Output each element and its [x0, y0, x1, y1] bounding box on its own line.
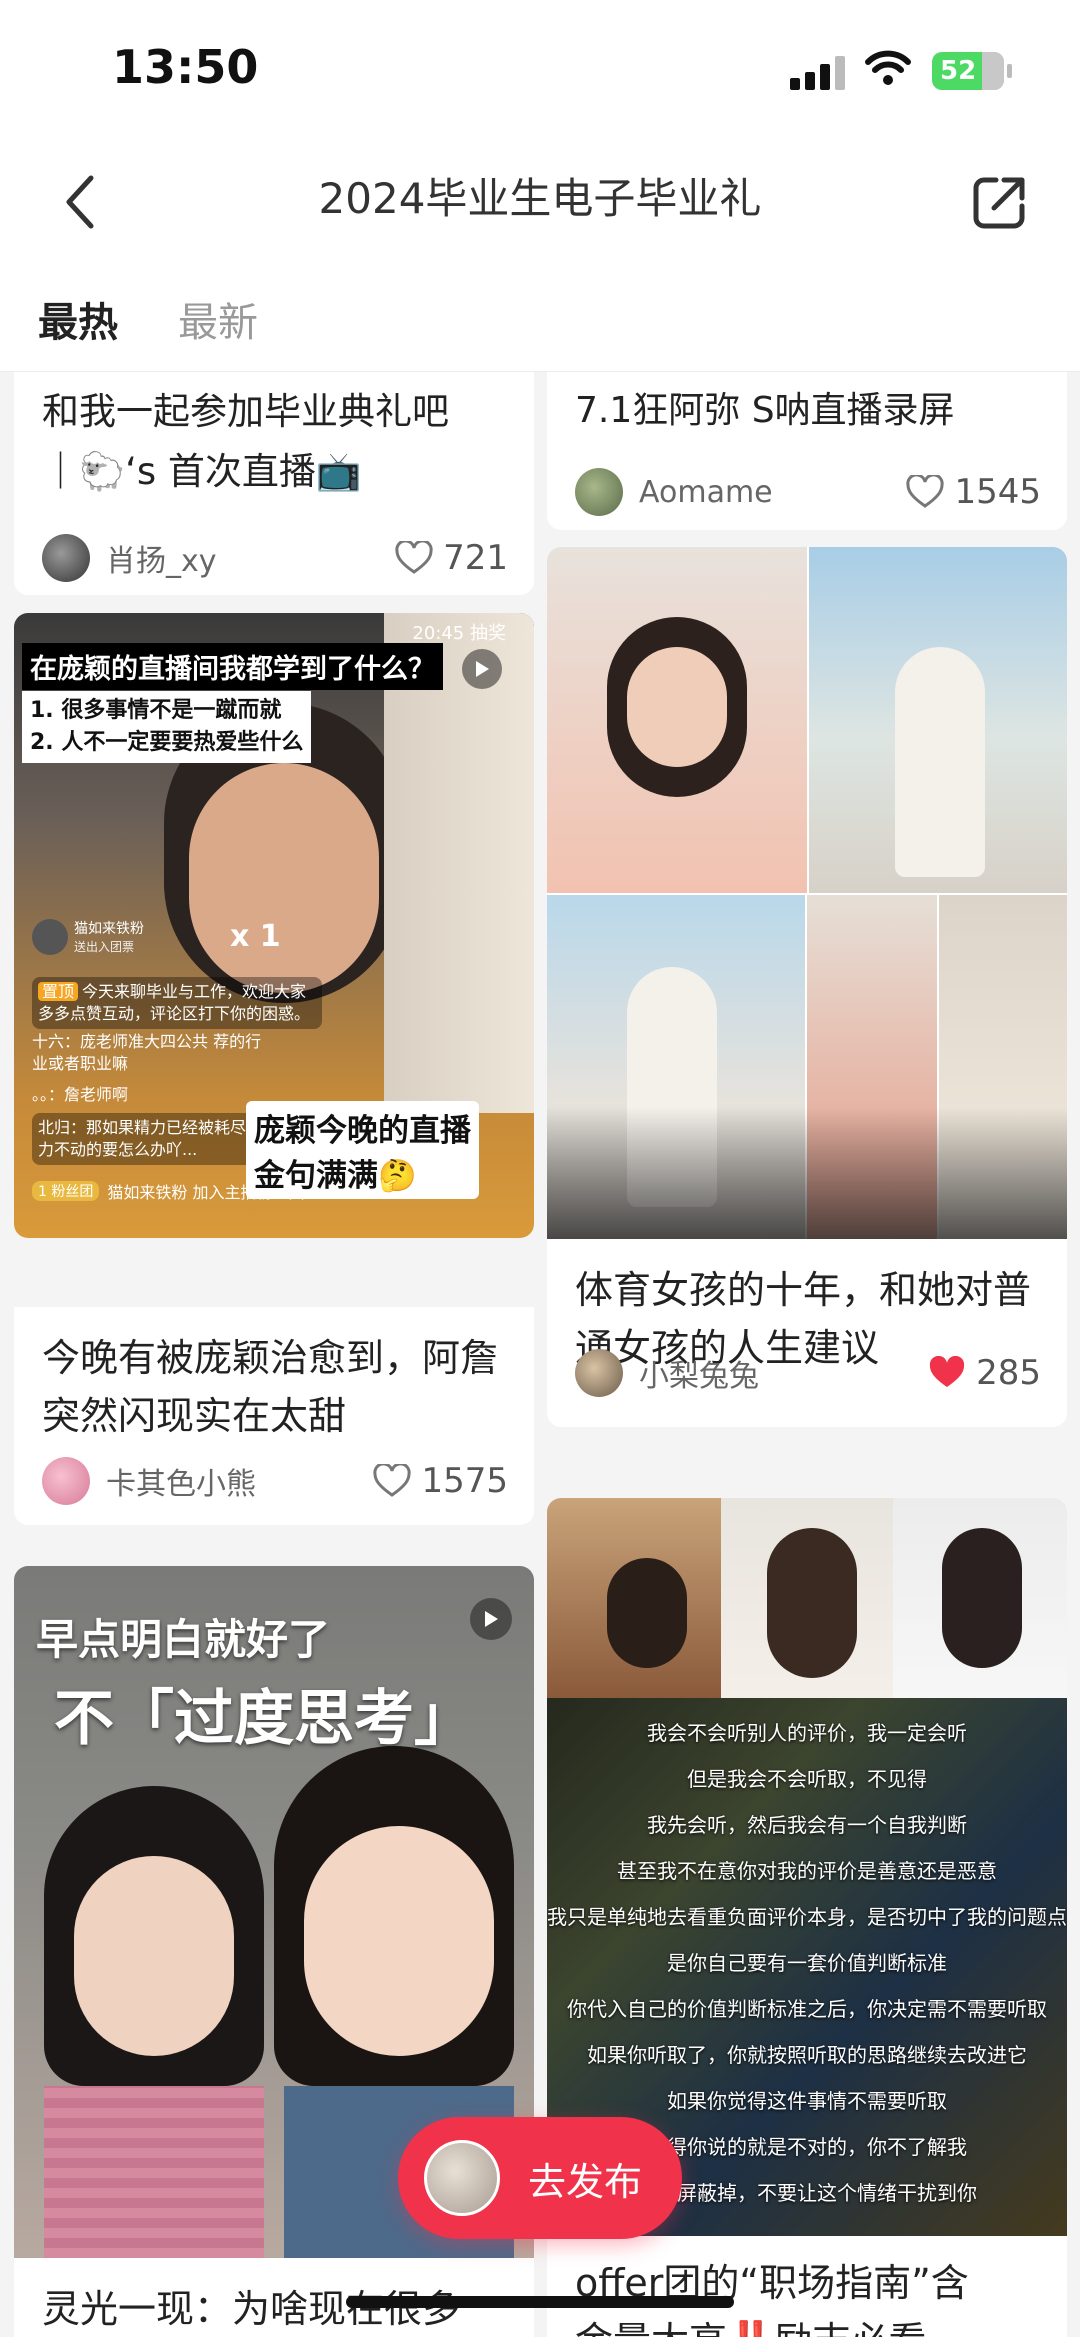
- chat-message: 十六：庞老师准大四公共 荐的行业或者职业嘛: [32, 1032, 262, 1073]
- overlay-play-icon: [462, 649, 502, 689]
- avatar[interactable]: [42, 1457, 90, 1505]
- gift-count: x 1: [230, 919, 281, 954]
- chat-pinned: 置顶 今天来聊毕业与工作，欢迎大家多多点赞互动，评论区打下你的困惑。: [32, 977, 322, 1029]
- cover-image[interactable]: [547, 547, 1067, 1239]
- overlay-list-item: 1. 很多事情不是一蹴而就: [30, 698, 282, 723]
- overlay-title: 不「过度思考」: [54, 1684, 474, 1754]
- heart-outline-icon: [373, 1464, 412, 1497]
- like-button[interactable]: 1545: [906, 472, 1041, 512]
- overlay-title: 早点明白就好了: [36, 1615, 331, 1664]
- author-name[interactable]: 肖扬_xy: [106, 536, 395, 580]
- feed[interactable]: 和我一起参加毕业典礼吧 ｜🐑‘s 首次直播📺 肖扬_xy 721 7.1狂阿弥 …: [0, 372, 1080, 2337]
- home-indicator: [346, 2296, 734, 2308]
- page-title: 2024毕业生电子毕业礼: [318, 174, 762, 223]
- gift-notice: 猫如来铁粉 送出入团票 x 1: [32, 918, 281, 955]
- tab-newest[interactable]: 最新: [178, 290, 258, 348]
- card-title: 今晚有被庞颖治愈到，阿詹突然闪现实在太甜: [42, 1336, 499, 1438]
- nav-bar: 2024毕业生电子毕业礼: [0, 140, 1080, 270]
- note-card[interactable]: 和我一起参加毕业典礼吧 ｜🐑‘s 首次直播📺 肖扬_xy 721: [14, 372, 534, 595]
- subtitle-line: 我会不会听别人的评价，我一定会听: [647, 1721, 967, 1745]
- card-title: 和我一起参加毕业典礼吧: [42, 390, 449, 433]
- signal-icon: [790, 56, 846, 90]
- subtitle-line: 你代入自己的价值判断标准之后，你决定需不需要听取: [567, 1997, 1047, 2021]
- author-name[interactable]: 卡其色小熊: [106, 1459, 373, 1503]
- status-bar: 13:50 52: [0, 0, 1080, 140]
- gift-desc: 送出入团票: [74, 940, 135, 954]
- note-card[interactable]: 7.1狂阿弥 S呐直播录屏 Aomame 1545: [547, 372, 1067, 530]
- battery-icon: 52: [932, 52, 1012, 90]
- overlay-list-item: 2. 人不一定要要热爱些什么: [30, 730, 304, 755]
- user-avatar: [424, 2140, 500, 2216]
- like-button[interactable]: 1575: [373, 1461, 508, 1501]
- subtitle-line: 是你自己要有一套价值判断标准: [667, 1951, 947, 1975]
- status-time: 13:50: [112, 40, 259, 94]
- gift-user: 猫如来铁粉: [74, 921, 144, 937]
- subtitle-line: 如果你听取了，你就按照听取的思路继续去改进它: [587, 2043, 1027, 2067]
- publish-button[interactable]: 去发布: [398, 2117, 682, 2239]
- like-count: 721: [443, 538, 508, 578]
- card-title: 7.1狂阿弥 S呐直播录屏: [575, 390, 955, 431]
- like-button[interactable]: 285: [928, 1353, 1041, 1393]
- wifi-icon: [865, 50, 911, 90]
- note-card[interactable]: 体育女孩的十年，和她对普通女孩的人生建议 小梨兔兔 285: [547, 547, 1067, 1427]
- subtitle-line: 但是我会不会听取，不见得: [687, 1767, 927, 1791]
- live-corner-badge: 20:45 抽奖: [412, 623, 506, 644]
- card-title: 灵光一现：为啥现在很多: [42, 2287, 461, 2331]
- share-icon: [973, 177, 1025, 229]
- cover-image[interactable]: 20:45 抽奖 在庞颖的直播间我都学到了什么？ 1. 很多事情不是一蹴而就 2…: [14, 613, 534, 1238]
- subtitle-line: 我先会听，然后我会有一个自我判断: [647, 1813, 967, 1837]
- card-title-line2: 金量太高‼️励志必看: [575, 2312, 1039, 2337]
- avatar[interactable]: [42, 534, 90, 582]
- overlay-play-icon: [470, 1598, 512, 1640]
- heart-filled-icon: [929, 1356, 965, 1387]
- chat-message: 。。：詹老师啊: [32, 1085, 129, 1104]
- avatar[interactable]: [575, 468, 623, 516]
- like-count: 285: [976, 1353, 1041, 1393]
- author-name[interactable]: Aomame: [639, 475, 906, 510]
- share-button[interactable]: [960, 162, 1040, 242]
- battery-level: 52: [940, 56, 977, 86]
- tab-bar: 最热 最新: [0, 270, 1080, 372]
- sticker-caption: 庞颖今晚的直播 金句满满🤔: [246, 1101, 479, 1199]
- note-card-footer[interactable]: 今晚有被庞颖治愈到，阿詹突然闪现实在太甜 卡其色小熊 1575: [14, 1307, 534, 1525]
- tab-hottest[interactable]: 最热: [38, 290, 118, 348]
- like-count: 1545: [954, 472, 1041, 512]
- subtitle-line: 甚至我不在意你对我的评价是善意还是恶意: [617, 1859, 997, 1883]
- subtitle-line: 我只是单纯地去看重负面评价本身，是否切中了我的问题点: [547, 1905, 1067, 1929]
- heart-outline-icon: [906, 475, 945, 508]
- card-title-line2: ｜🐑‘s 首次直播📺: [42, 450, 362, 493]
- author-name[interactable]: 小梨兔兔: [639, 1351, 928, 1395]
- like-button[interactable]: 721: [395, 538, 508, 578]
- note-card[interactable]: 20:45 抽奖 在庞颖的直播间我都学到了什么？ 1. 很多事情不是一蹴而就 2…: [14, 613, 534, 1238]
- like-count: 1575: [421, 1461, 508, 1501]
- publish-label: 去发布: [528, 2159, 643, 2204]
- heart-outline-icon: [395, 541, 433, 574]
- avatar[interactable]: [575, 1349, 623, 1397]
- overlay-header: 在庞颖的直播间我都学到了什么？: [22, 643, 443, 690]
